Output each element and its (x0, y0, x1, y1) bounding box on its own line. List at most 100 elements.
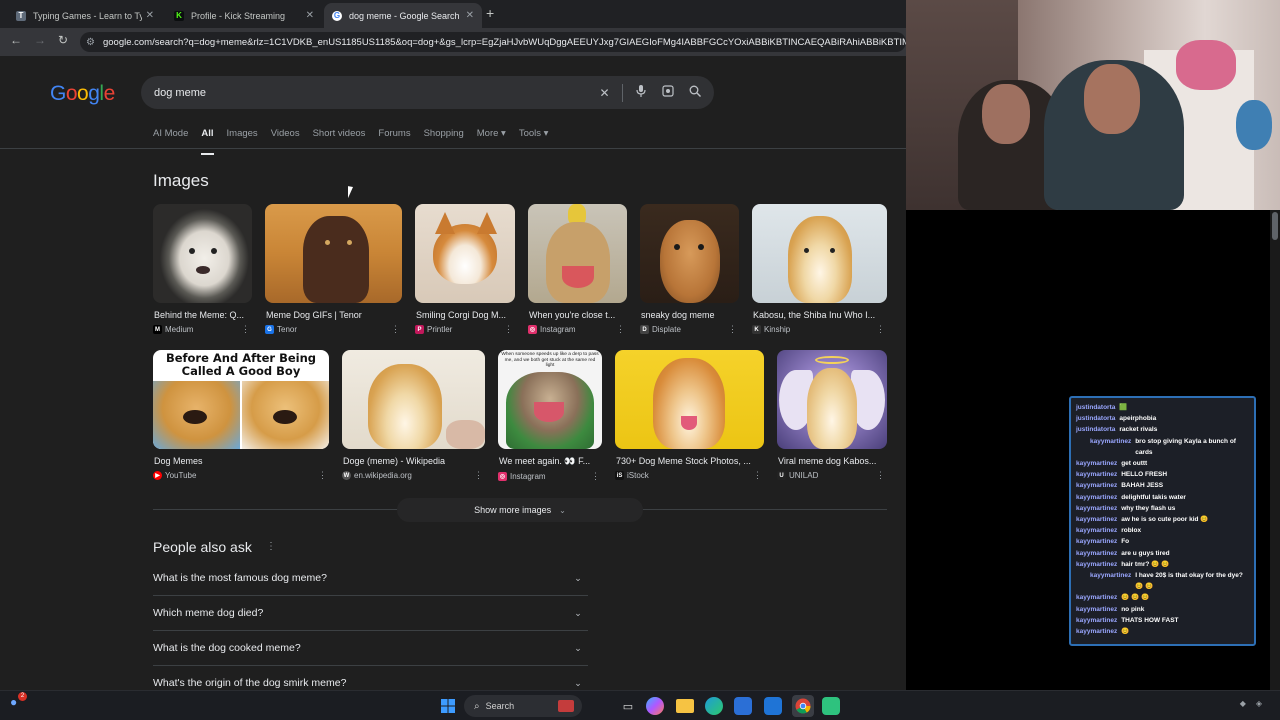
network-icon[interactable]: ◆ (1240, 699, 1246, 708)
chat-username[interactable]: kayymartinez (1090, 570, 1131, 592)
clear-icon[interactable]: ✕ (591, 86, 618, 100)
chat-username[interactable]: kayymartinez (1090, 436, 1131, 458)
copilot-icon[interactable] (646, 697, 664, 715)
chat-message: kayymartinez bro stop giving Kayla a bunc… (1076, 436, 1249, 458)
chat-username[interactable]: kayymartinez (1076, 503, 1117, 514)
image-result[interactable]: When you're close t... ◎ Instagram ⋮ (528, 204, 627, 335)
close-icon[interactable]: ✕ (146, 10, 154, 21)
webcam-plush (1236, 100, 1272, 150)
chat-username[interactable]: kayymartinez (1076, 469, 1117, 480)
camera-icon[interactable] (654, 85, 681, 100)
image-caption: Dog Memes (154, 456, 203, 466)
chat-username[interactable]: kayymartinez (1076, 536, 1117, 547)
page-scrollbar[interactable] (1270, 210, 1280, 690)
more-options-icon[interactable]: ⋮ (318, 470, 329, 481)
browser-tab-strip: T Typing Games - Learn to Type ... ✕ K P… (0, 0, 906, 28)
chat-username[interactable]: kayymartinez (1076, 514, 1117, 525)
app-icon[interactable] (822, 697, 840, 715)
chat-username[interactable]: kayymartinez (1076, 548, 1117, 559)
taskbar-search-input[interactable]: ⌕ Search (464, 695, 582, 717)
chat-username[interactable]: kayymartinez (1076, 604, 1117, 615)
chat-message: kayymartinez delightful takis water (1076, 492, 1249, 503)
image-result[interactable]: 730+ Dog Meme Stock Photos, ... iS iStock… (615, 350, 764, 481)
outlook-icon[interactable] (764, 697, 782, 715)
image-result[interactable]: Kabosu, the Shiba Inu Who I... K Kinship ⋮ (752, 204, 887, 335)
tab-all[interactable]: All (201, 128, 214, 155)
more-options-icon[interactable]: ⋮ (391, 324, 402, 335)
edge-icon[interactable] (705, 697, 723, 715)
image-result[interactable]: Meme Dog GIFs | Tenor G Tenor ⋮ (265, 204, 402, 335)
tab-videos[interactable]: Videos (271, 128, 300, 148)
chat-username[interactable]: kayymartinez (1076, 615, 1117, 626)
address-bar[interactable]: ⚙ google.com/search?q=dog+meme&rlz=1C1VD… (80, 32, 906, 52)
source-name: Instagram (540, 325, 576, 334)
browser-tab-typing-games[interactable]: T Typing Games - Learn to Type ... ✕ (8, 3, 162, 28)
browser-tab-kick[interactable]: K Profile - Kick Streaming ✕ (166, 3, 322, 28)
search-divider (622, 83, 623, 102)
tab-forums[interactable]: Forums (378, 128, 410, 148)
show-more-images-button[interactable]: Show more images ⌄ (397, 498, 643, 522)
question-row[interactable]: Which meme dog died? ⌄ (153, 596, 588, 631)
chat-username[interactable]: kayymartinez (1076, 492, 1117, 503)
more-options-icon[interactable]: ⋮ (753, 470, 764, 481)
chat-username[interactable]: justindatorta (1076, 413, 1115, 424)
reload-icon[interactable]: ↻ (58, 33, 68, 47)
back-icon[interactable]: ← (10, 33, 22, 47)
chat-username[interactable]: kayymartinez (1076, 626, 1117, 637)
close-icon[interactable]: ✕ (306, 10, 314, 21)
chat-username[interactable]: kayymartinez (1076, 458, 1117, 469)
more-options-icon[interactable]: ⋮ (504, 324, 515, 335)
tab-short-videos[interactable]: Short videos (313, 128, 366, 148)
google-logo[interactable]: Google (50, 82, 115, 106)
forward-icon[interactable]: → (34, 33, 46, 47)
chat-username[interactable]: justindatorta (1076, 424, 1115, 435)
image-result[interactable]: Smiling Corgi Dog M... P Printler ⋮ (415, 204, 515, 335)
scrollbar-thumb[interactable] (1272, 212, 1278, 240)
more-options-icon[interactable]: ⋮ (241, 324, 252, 335)
chat-text: BAHAH JESS (1121, 482, 1164, 490)
browser-tab-google[interactable]: G dog meme - Google Search ✕ (324, 3, 482, 28)
store-icon[interactable] (734, 697, 752, 715)
volume-icon[interactable]: ◈ (1256, 699, 1262, 708)
file-explorer-icon[interactable] (676, 699, 694, 713)
site-info-icon[interactable]: ⚙ (86, 37, 95, 48)
more-options-icon[interactable]: ⋮ (876, 324, 887, 335)
more-options-icon[interactable]: ⋮ (266, 541, 276, 552)
chat-username[interactable]: kayymartinez (1076, 525, 1117, 536)
more-options-icon[interactable]: ⋮ (876, 470, 887, 481)
tab-ai-mode[interactable]: AI Mode (153, 128, 188, 148)
image-result[interactable]: Before And After Being Called A Good Boy… (153, 350, 329, 481)
new-tab-button[interactable]: + (486, 5, 494, 21)
tab-title: Profile - Kick Streaming (191, 10, 286, 21)
chat-username[interactable]: kayymartinez (1076, 480, 1117, 491)
question-row[interactable]: What's the origin of the dog smirk meme?… (153, 666, 588, 690)
logo-letter: o (77, 82, 89, 105)
tab-images[interactable]: Images (227, 128, 258, 148)
more-options-icon[interactable]: ⋮ (728, 324, 739, 335)
more-options-icon[interactable]: ⋮ (474, 470, 485, 481)
chat-username[interactable]: kayymartinez (1076, 559, 1117, 570)
search-input[interactable]: dog meme ✕ (141, 76, 714, 109)
chat-username[interactable]: justindatorta (1076, 402, 1115, 413)
tab-more[interactable]: More ▾ (477, 128, 506, 148)
question-row[interactable]: What is the dog cooked meme? ⌄ (153, 631, 588, 666)
image-source: iS iStock ⋮ (615, 470, 764, 481)
task-view-icon[interactable]: ▭ (618, 696, 638, 716)
tab-shopping[interactable]: Shopping (424, 128, 464, 148)
image-result[interactable]: Viral meme dog Kabos... U UNILAD ⋮ (777, 350, 887, 481)
chat-username[interactable]: kayymartinez (1076, 592, 1117, 603)
more-options-icon[interactable]: ⋮ (616, 324, 627, 335)
search-icon[interactable] (681, 85, 708, 100)
question-row[interactable]: What is the most famous dog meme? ⌄ (153, 561, 588, 596)
image-result[interactable]: Doge (meme) - Wikipedia Wen.wikipedia.or… (342, 350, 485, 481)
more-options-icon[interactable]: ⋮ (591, 471, 602, 482)
windows-start-icon[interactable] (438, 696, 458, 716)
image-result[interactable]: Behind the Meme: Q... M Medium ⋮ (153, 204, 252, 335)
widgets-icon[interactable]: ● 2 (10, 692, 27, 709)
image-result[interactable]: When someone speeds up like a derp to pa… (498, 350, 602, 482)
chrome-icon[interactable] (792, 695, 814, 717)
image-result[interactable]: sneaky dog meme D Displate ⋮ (640, 204, 739, 335)
tab-tools[interactable]: Tools ▾ (519, 128, 549, 148)
microphone-icon[interactable] (627, 85, 654, 100)
close-icon[interactable]: ✕ (466, 10, 474, 21)
